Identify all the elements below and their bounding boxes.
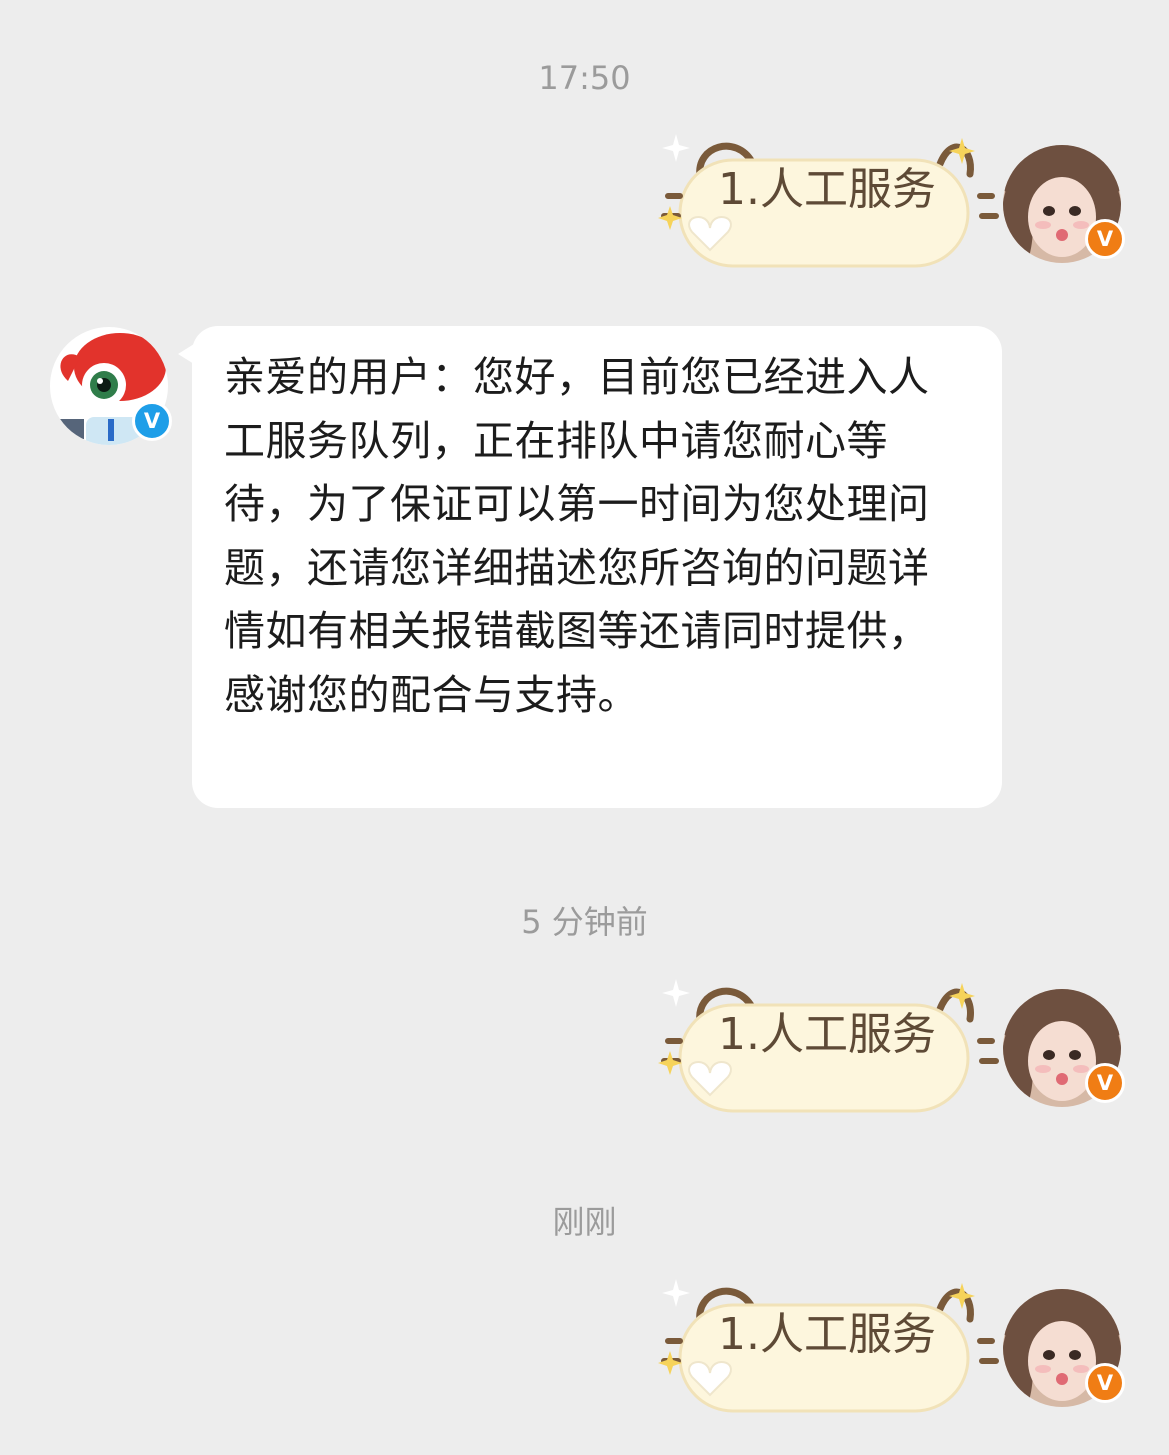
verified-badge-icon: V bbox=[1085, 219, 1125, 259]
timestamp-1750: 17:50 bbox=[538, 59, 631, 97]
bot-message-text: 亲爱的用户：您好，目前您已经进入人工服务队列，正在排队中请您耐心等待，为了保证可… bbox=[224, 353, 930, 719]
timestamp-5-min-ago: 5 分钟前 bbox=[521, 903, 648, 941]
user-message-text: 1.人工服务 bbox=[718, 1309, 936, 1360]
user-message-text: 1.人工服务 bbox=[718, 164, 936, 215]
verified-badge-icon: V bbox=[132, 401, 172, 441]
user-message-bubble[interactable]: 1.人工服务 bbox=[640, 120, 970, 280]
verified-badge-icon: V bbox=[1085, 1363, 1125, 1403]
user-avatar[interactable]: V bbox=[1003, 1289, 1125, 1407]
user-message-bubble[interactable]: 1.人工服务 bbox=[640, 965, 970, 1125]
user-message-bubble[interactable]: 1.人工服务 bbox=[640, 1265, 970, 1425]
sparkle-icon bbox=[662, 979, 690, 1007]
timestamp-just-now: 刚刚 bbox=[552, 1203, 617, 1241]
bot-message-bubble[interactable]: 亲爱的用户：您好，目前您已经进入人工服务队列，正在排队中请您耐心等待，为了保证可… bbox=[178, 326, 1002, 808]
sparkle-icon bbox=[662, 1279, 690, 1307]
verified-badge-icon: V bbox=[1085, 1063, 1125, 1103]
bot-avatar[interactable]: V bbox=[50, 327, 172, 445]
user-avatar[interactable]: V bbox=[1003, 989, 1125, 1107]
user-message-text: 1.人工服务 bbox=[718, 1009, 936, 1060]
sparkle-icon bbox=[662, 134, 690, 162]
user-avatar[interactable]: V bbox=[1003, 145, 1125, 263]
